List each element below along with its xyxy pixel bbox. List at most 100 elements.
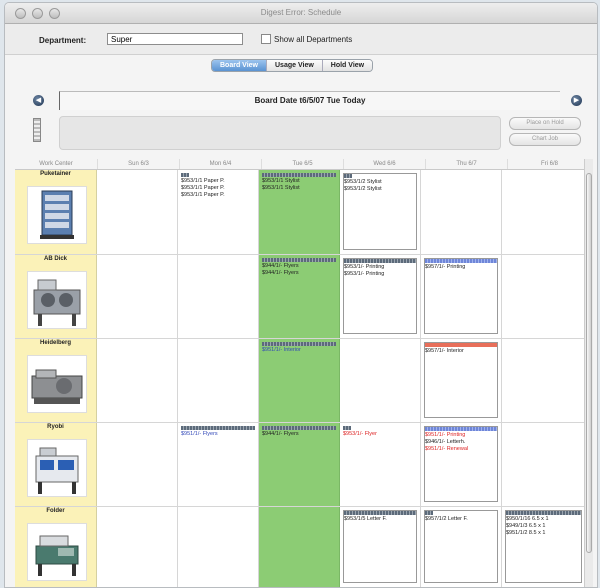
- day-cell[interactable]: $953/1/2 Stylist $953/1/2 Stylist: [340, 170, 421, 254]
- work-center-cell[interactable]: AB Dick: [15, 255, 97, 338]
- day-cell[interactable]: [502, 255, 585, 338]
- board-date-bar: Board Date t6/5/07 Tue Today: [59, 91, 560, 110]
- show-all-departments[interactable]: Show all Departments: [261, 34, 352, 44]
- job-card[interactable]: $957/1/- Interior: [424, 342, 498, 418]
- header-sun: Sun 6/3: [98, 159, 180, 169]
- job-card[interactable]: $951/1/- Printing $946/1/- Letterh. $951…: [424, 426, 498, 502]
- vertical-scrollbar[interactable]: [584, 159, 593, 587]
- job-progress-bar: [344, 174, 352, 178]
- day-cell[interactable]: [97, 255, 178, 338]
- job-card[interactable]: $957/1/2 Letter F.: [424, 510, 498, 583]
- header-work-center: Work Center: [15, 159, 98, 169]
- job-label: $953/1/1 Stylist: [262, 178, 300, 184]
- job-progress-bar: [262, 426, 336, 430]
- day-cell[interactable]: [502, 170, 585, 254]
- work-center-cell[interactable]: Ryobi: [15, 423, 97, 506]
- job-card[interactable]: $953/1/2 Stylist $953/1/2 Stylist: [343, 173, 417, 250]
- day-cell[interactable]: $953/1/5 Letter F.: [340, 507, 421, 587]
- drag-handle[interactable]: [33, 118, 41, 142]
- day-cell[interactable]: [502, 339, 585, 422]
- job-label: $950/1/16 6.5 x 1: [506, 516, 549, 522]
- machine-image: [27, 186, 87, 244]
- day-cell[interactable]: [178, 339, 259, 422]
- day-cell-today[interactable]: $951/1/- Interior: [259, 339, 340, 422]
- department-input[interactable]: [107, 33, 243, 45]
- job-progress-bar: [344, 511, 416, 515]
- work-center-cell[interactable]: Folder: [15, 507, 97, 587]
- table-row: AB Dick $944/1/- Flyers $944/1/- Flyers …: [15, 255, 585, 339]
- job-card[interactable]: $944/1/- Flyers $944/1/- Flyers: [262, 258, 336, 334]
- day-cell[interactable]: $950/1/16 6.5 x 1 $949/1/3 6.5 x 1 $951/…: [502, 507, 585, 587]
- work-center-name: Puketainer: [40, 171, 71, 177]
- job-label: $953/1/- Printing: [344, 264, 385, 270]
- day-cell-today[interactable]: $944/1/- Flyers $944/1/- Flyers: [259, 255, 340, 338]
- job-progress-bar: [343, 426, 351, 430]
- job-card[interactable]: $951/1/- Interior: [262, 342, 336, 418]
- work-center-cell[interactable]: Heidelberg: [15, 339, 97, 422]
- day-cell[interactable]: $951/1/- Flyers: [178, 423, 259, 506]
- job-card[interactable]: $953/1/- Flyer: [343, 426, 417, 502]
- day-cell[interactable]: $951/1/- Printing $946/1/- Letterh. $951…: [421, 423, 502, 506]
- day-cell-today[interactable]: $944/1/- Flyers: [259, 423, 340, 506]
- day-cell-today[interactable]: [259, 507, 340, 587]
- job-card[interactable]: $951/1/- Flyers: [181, 426, 255, 502]
- job-progress-bar: [262, 258, 336, 262]
- machine-image: [27, 355, 87, 413]
- view-switcher: Board View Usage View Hold View: [211, 59, 374, 72]
- place-on-hold-button[interactable]: Place on Hold: [509, 117, 581, 130]
- day-cell-today[interactable]: $953/1/1 Stylist $953/1/1 Stylist: [259, 170, 340, 254]
- table-row: Heidelberg $951/1/- Interior $957/1/- In…: [15, 339, 585, 423]
- show-all-label: Show all Departments: [274, 34, 353, 44]
- job-card[interactable]: $953/1/1 Paper P. $953/1/1 Paper P. $953…: [181, 173, 255, 250]
- day-cell[interactable]: $957/1/2 Letter F.: [421, 507, 502, 587]
- job-label: $953/1/- Flyer: [343, 431, 377, 437]
- previous-day-icon[interactable]: ◀: [33, 95, 44, 106]
- day-cell[interactable]: $957/1/- Printing: [421, 255, 502, 338]
- day-cell[interactable]: $953/1/- Flyer: [340, 423, 421, 506]
- machine-image: [27, 523, 87, 581]
- tab-board-view[interactable]: Board View: [212, 60, 267, 71]
- day-cell[interactable]: [97, 339, 178, 422]
- job-label: $953/1/- Printing: [344, 271, 385, 277]
- header-fri: Fri 6/8: [540, 161, 558, 167]
- job-label: $957/1/2 Letter F.: [425, 516, 468, 522]
- day-cell[interactable]: [97, 170, 178, 254]
- day-cell[interactable]: [421, 170, 502, 254]
- job-label: $957/1/- Interior: [425, 348, 464, 354]
- schedule-grid: Work Center Sun 6/3 Mon 6/4 Tue 6/5 Wed …: [15, 159, 593, 587]
- day-cell[interactable]: [178, 507, 259, 587]
- job-card[interactable]: $953/1/5 Letter F.: [343, 510, 417, 583]
- job-card[interactable]: $950/1/16 6.5 x 1 $949/1/3 6.5 x 1 $951/…: [505, 510, 582, 583]
- day-cell[interactable]: $953/1/- Printing $953/1/- Printing: [340, 255, 421, 338]
- job-progress-bar: [181, 173, 189, 177]
- job-card[interactable]: $944/1/- Flyers: [262, 426, 336, 502]
- job-label: $951/1/- Flyers: [181, 431, 218, 437]
- grid-rows: Puketainer $953/1/1 Paper P. $953/1/1 Pa…: [15, 170, 585, 587]
- tab-usage-view[interactable]: Usage View: [267, 60, 323, 71]
- day-cell[interactable]: [178, 255, 259, 338]
- show-all-checkbox[interactable]: [261, 34, 271, 44]
- next-day-icon[interactable]: ▶: [571, 95, 582, 106]
- job-label: $951/1/- Printing: [425, 432, 466, 438]
- work-center-cell[interactable]: Puketainer: [15, 170, 97, 254]
- job-card[interactable]: $953/1/1 Stylist $953/1/1 Stylist: [262, 173, 336, 250]
- table-row: Ryobi $951/1/- Flyers $944/1/- Flyers $9…: [15, 423, 585, 507]
- day-cell[interactable]: $953/1/1 Paper P. $953/1/1 Paper P. $953…: [178, 170, 259, 254]
- day-cell[interactable]: [97, 423, 178, 506]
- work-center-name: AB Dick: [43, 256, 67, 262]
- day-cell[interactable]: $957/1/- Interior: [421, 339, 502, 422]
- day-cell[interactable]: [502, 423, 585, 506]
- header-tue: Tue 6/5: [262, 159, 344, 169]
- chart-job-button[interactable]: Chart Job: [509, 133, 581, 146]
- job-label: $946/1/- Letterh.: [425, 439, 466, 445]
- job-progress-bar: [262, 342, 336, 346]
- day-cell[interactable]: [97, 507, 178, 587]
- job-label: $953/1/2 Stylist: [344, 179, 382, 185]
- tab-hold-view[interactable]: Hold View: [322, 60, 373, 71]
- day-cell[interactable]: [340, 339, 421, 422]
- job-label: $953/1/1 Paper P.: [181, 185, 225, 191]
- job-label: $953/1/5 Letter F.: [344, 516, 387, 522]
- job-card[interactable]: $953/1/- Printing $953/1/- Printing: [343, 258, 417, 334]
- job-card[interactable]: $957/1/- Printing: [424, 258, 498, 334]
- scrollbar-thumb[interactable]: [586, 173, 592, 553]
